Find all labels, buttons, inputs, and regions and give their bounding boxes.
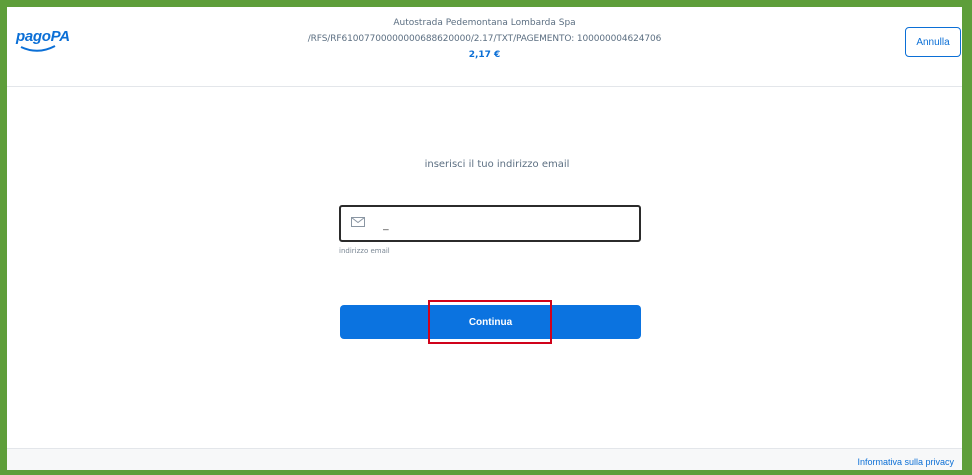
header: pagoPA Autostrada Pedemontana Lombarda S… (7, 7, 962, 87)
payment-amount: 2,17 € (468, 50, 501, 60)
footer: Informativa sulla privacy (7, 448, 962, 470)
privacy-link[interactable]: Informativa sulla privacy (857, 457, 954, 467)
email-field-label: indirizzo email (339, 247, 390, 255)
payment-page: pagoPA Autostrada Pedemontana Lombarda S… (7, 7, 962, 470)
cancel-button[interactable]: Annulla (905, 27, 961, 57)
email-input[interactable] (381, 213, 635, 237)
payment-reference: /RFS/RF61007700000000688620000/2.17/TXT/… (307, 34, 662, 44)
mail-icon (351, 217, 365, 227)
continue-button[interactable]: Continua (340, 305, 641, 339)
email-prompt: inserisci il tuo indirizzo email (424, 159, 570, 170)
merchant-name: Autostrada Pedemontana Lombarda Spa (393, 18, 576, 28)
email-field[interactable] (339, 205, 641, 242)
